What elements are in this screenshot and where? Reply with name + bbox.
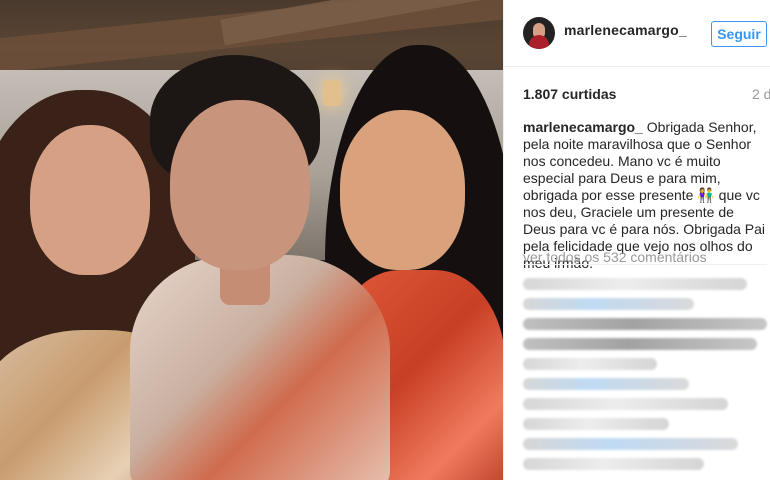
post-header: marlenecamargo_ Seguir xyxy=(504,0,770,67)
blurred-comment-line xyxy=(523,458,704,470)
blurred-comment-line xyxy=(523,338,758,350)
blurred-comment-line xyxy=(523,398,728,410)
view-all-comments-link[interactable]: ver todos os 532 comentários xyxy=(523,249,707,265)
follow-button[interactable]: Seguir xyxy=(711,21,767,47)
username-link[interactable]: marlenecamargo_ xyxy=(564,22,687,38)
divider xyxy=(523,264,767,265)
blurred-comment-line xyxy=(523,438,738,450)
person-left-face xyxy=(30,125,150,275)
blurred-comment-line xyxy=(523,298,694,310)
blurred-comments xyxy=(523,270,767,478)
likes-count[interactable]: 1.807 curtidas xyxy=(523,86,616,102)
post-date: 2 d xyxy=(752,86,770,102)
post-sidebar: marlenecamargo_ Seguir 1.807 curtidas 2 … xyxy=(503,0,770,480)
blurred-comment-line xyxy=(523,418,670,430)
post-photo xyxy=(0,0,503,480)
person-center-face xyxy=(170,100,310,270)
instagram-post-screenshot: marlenecamargo_ Seguir 1.807 curtidas 2 … xyxy=(0,0,770,480)
person-right-face xyxy=(340,110,465,270)
blurred-comment-line xyxy=(523,378,689,390)
blurred-comment-line xyxy=(523,278,748,290)
blurred-comment-line xyxy=(523,358,658,370)
caption-username-link[interactable]: marlenecamargo_ xyxy=(523,119,643,135)
wall-lamp xyxy=(323,80,341,106)
blurred-comment-line xyxy=(523,318,767,330)
avatar[interactable] xyxy=(523,17,555,49)
